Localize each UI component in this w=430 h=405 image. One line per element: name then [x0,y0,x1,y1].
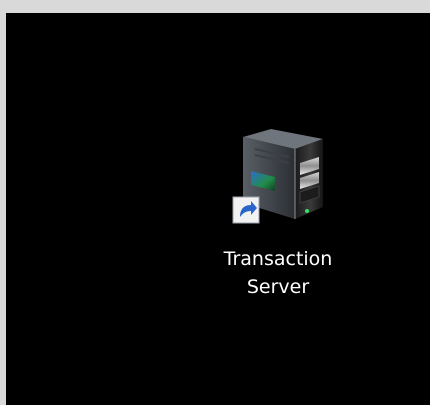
server-icon [231,125,331,237]
desktop-shortcut-transaction-server[interactable]: Transaction Server [211,125,345,310]
shortcut-arrow-icon [232,196,260,224]
screen: Transaction Server [0,0,430,405]
desktop-icon-label-line-2: Server [246,276,310,298]
desktop-icon-label: Transaction Server [211,245,345,301]
desktop[interactable]: Transaction Server [6,13,430,405]
desktop-icon-label-line-1: Transaction [223,248,333,270]
